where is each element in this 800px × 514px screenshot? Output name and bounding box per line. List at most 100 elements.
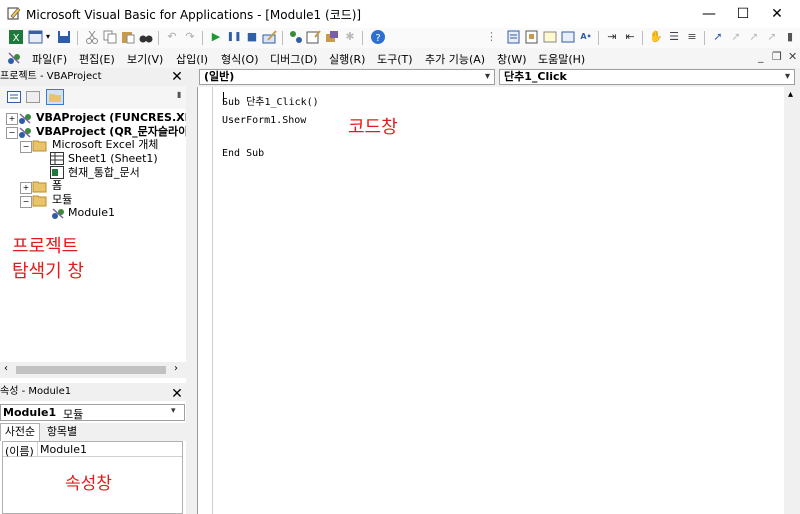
tab-alphabetic[interactable]: 사전순 xyxy=(0,423,40,441)
parameter-info-icon[interactable] xyxy=(560,29,576,45)
tree-item-excel-objects[interactable]: Microsoft Excel 개체 xyxy=(52,138,158,152)
tree-item-qr-project[interactable]: VBAProject (QR_문자슬라이 xyxy=(36,125,188,139)
copy-icon[interactable] xyxy=(102,29,118,45)
previous-bookmark-icon[interactable]: ➚ xyxy=(746,29,762,45)
menu-insert[interactable]: 삽입(I) xyxy=(176,51,208,67)
tab-categorized[interactable]: 항목별 xyxy=(42,425,82,441)
expand-icon[interactable]: + xyxy=(20,182,32,194)
break-icon[interactable]: ❚❚ xyxy=(226,29,242,45)
margin-indicator-bar[interactable] xyxy=(212,87,213,514)
menu-view[interactable]: 보기(V) xyxy=(127,51,163,67)
menu-debug[interactable]: 디버그(D) xyxy=(270,51,317,67)
menu-run[interactable]: 실행(R) xyxy=(329,51,365,67)
collapse-icon[interactable]: − xyxy=(6,127,18,139)
toggle-folders-icon[interactable] xyxy=(46,89,64,105)
paste-icon[interactable] xyxy=(120,29,136,45)
undo-icon[interactable]: ↶ xyxy=(164,29,180,45)
reset-icon[interactable]: ■ xyxy=(244,29,260,45)
tree-item-module1[interactable]: Module1 xyxy=(68,206,115,220)
properties-panel-close-button[interactable]: ✕ xyxy=(169,386,185,402)
toolbox-icon[interactable]: ✱ xyxy=(342,29,358,45)
workbook-icon xyxy=(50,166,64,179)
panel-scroll-grip-icon[interactable]: ▮ xyxy=(177,90,181,99)
help-icon[interactable]: ? xyxy=(370,29,386,45)
code-vscrollbar[interactable]: ▴ xyxy=(784,87,800,514)
next-bookmark-icon[interactable]: ➚ xyxy=(728,29,744,45)
code-line[interactable]: UserForm1.Show xyxy=(222,115,306,126)
toggle-breakpoint-icon[interactable]: ✋ xyxy=(648,29,664,45)
object-selector-type: 모듈 xyxy=(63,408,84,421)
window-title: Microsoft Visual Basic for Applications … xyxy=(26,8,362,22)
uncomment-block-icon[interactable]: ≡ xyxy=(684,29,700,45)
chevron-down-icon[interactable]: ▾ xyxy=(785,70,790,84)
project-panel-header: 프로젝트 - VBAProject xyxy=(0,68,186,86)
indent-icon[interactable]: ⇥ xyxy=(604,29,620,45)
tree-item-modules[interactable]: 모듈 xyxy=(52,193,72,207)
outdent-icon[interactable]: ⇤ xyxy=(622,29,638,45)
close-button[interactable]: ✕ xyxy=(754,0,800,28)
expand-icon[interactable]: + xyxy=(6,113,18,125)
code-line[interactable]: Sub 단추1_Click() xyxy=(222,93,319,108)
view-object-icon[interactable] xyxy=(26,91,40,103)
insert-userform-icon[interactable] xyxy=(28,29,44,45)
properties-panel-header: 속성 - Module1 xyxy=(0,383,186,401)
project-panel-close-button[interactable]: ✕ xyxy=(169,69,185,85)
splitter[interactable] xyxy=(186,68,197,514)
scroll-left-icon[interactable]: ‹ xyxy=(4,363,8,374)
view-code-icon[interactable] xyxy=(7,91,21,103)
object-browser-icon[interactable] xyxy=(324,29,340,45)
cut-icon[interactable] xyxy=(84,29,100,45)
project-explorer-icon[interactable] xyxy=(288,29,304,45)
code-line[interactable]: End Sub xyxy=(222,148,264,159)
chevron-down-icon[interactable]: ▾ xyxy=(485,70,490,84)
redo-icon[interactable]: ↷ xyxy=(182,29,198,45)
properties-window-icon[interactable] xyxy=(306,29,322,45)
menu-file[interactable]: 파일(F) xyxy=(32,51,67,67)
save-icon[interactable] xyxy=(56,29,72,45)
insert-dropdown-icon[interactable]: ▾ xyxy=(44,29,52,45)
object-combo[interactable]: (일반) ▾ xyxy=(199,69,495,85)
design-mode-icon[interactable] xyxy=(262,29,278,45)
tree-item-forms[interactable]: 폼 xyxy=(52,179,62,193)
property-row[interactable]: (이름) Module1 xyxy=(3,442,182,458)
menu-edit[interactable]: 편집(E) xyxy=(79,51,115,67)
procedure-combo[interactable]: 단추1_Click ▾ xyxy=(499,69,795,85)
run-icon[interactable]: ▶ xyxy=(208,29,224,45)
find-icon[interactable] xyxy=(138,29,154,45)
mdi-close-button[interactable]: ✕ xyxy=(788,50,797,63)
property-value[interactable]: Module1 xyxy=(40,443,87,456)
toolbar-grip-icon[interactable]: ⋮ xyxy=(486,29,497,45)
tree-item-sheet1[interactable]: Sheet1 (Sheet1) xyxy=(68,152,158,166)
list-constants-icon[interactable] xyxy=(524,29,540,45)
tree-item-funcres[interactable]: VBAProject (FUNCRES.XLA xyxy=(36,111,200,125)
collapse-icon[interactable]: − xyxy=(20,141,32,153)
toggle-bookmark-icon[interactable]: ➚ xyxy=(710,29,726,45)
menu-addins[interactable]: 추가 기능(A) xyxy=(425,51,485,67)
view-excel-icon[interactable]: X xyxy=(8,29,24,45)
chevron-down-icon[interactable]: ▾ xyxy=(171,406,176,416)
folder-open-icon xyxy=(32,195,47,207)
project-tree-hscrollbar[interactable]: ‹ › xyxy=(0,362,186,378)
object-selector[interactable]: Module1 모듈 ▾ xyxy=(0,404,185,421)
menu-window[interactable]: 창(W) xyxy=(497,51,527,67)
svg-text:?: ? xyxy=(375,33,380,44)
collapse-icon[interactable]: − xyxy=(20,196,32,208)
menu-tools[interactable]: 도구(T) xyxy=(377,51,413,67)
tree-item-thisworkbook[interactable]: 현재_통합_문서 xyxy=(68,166,140,180)
quick-info-icon[interactable] xyxy=(542,29,558,45)
property-name: (이름) xyxy=(5,445,34,458)
comment-block-icon[interactable]: ☰ xyxy=(666,29,682,45)
scroll-right-icon[interactable]: › xyxy=(174,363,178,374)
list-properties-icon[interactable] xyxy=(506,29,522,45)
menu-help[interactable]: 도움말(H) xyxy=(538,51,585,67)
module-icon[interactable] xyxy=(6,50,22,66)
hscroll-thumb[interactable] xyxy=(16,366,166,374)
mdi-minimize-button[interactable]: _ xyxy=(758,50,764,63)
toolbar-overflow-icon[interactable]: ▮ xyxy=(784,29,796,45)
menu-format[interactable]: 형식(O) xyxy=(221,51,258,67)
clear-bookmarks-icon[interactable]: ➚ xyxy=(764,29,780,45)
code-editor[interactable]: Sub 단추1_Click() UserForm1.Show End Sub 코… xyxy=(197,87,784,514)
scroll-up-icon[interactable]: ▴ xyxy=(788,89,793,100)
mdi-restore-button[interactable]: ❐ xyxy=(772,50,782,63)
complete-word-icon[interactable]: A• xyxy=(578,29,594,45)
